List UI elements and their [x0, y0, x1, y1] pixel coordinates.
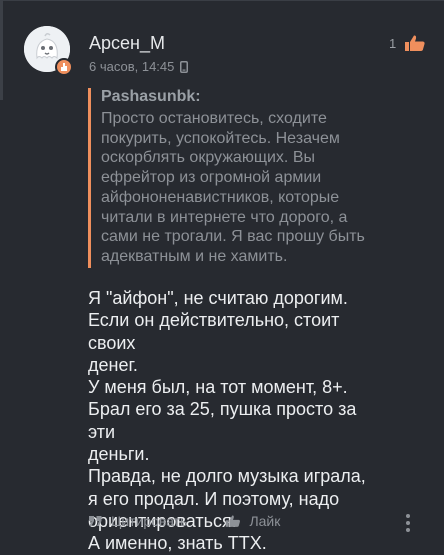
comment-line: деньги.	[88, 444, 150, 465]
quote-icon	[89, 516, 102, 526]
quote-line: адекватным и не хамить.	[101, 247, 288, 265]
quote-line: покурить, успокойтесь. Незачем	[101, 129, 340, 147]
scrollbar[interactable]	[0, 0, 3, 100]
more-vertical-icon[interactable]	[405, 513, 411, 533]
thumbs-up-icon	[226, 515, 241, 527]
phone-icon	[180, 60, 189, 73]
comment-line: Брал его за 25, пушка просто за эти	[88, 399, 357, 442]
like-button[interactable]: Лайк	[225, 513, 280, 529]
quote-line: Просто остановитесь, сходите	[101, 110, 327, 127]
top-divider	[0, 0, 444, 1]
comment-line: У меня был, на тот момент, 8+.	[88, 377, 348, 398]
comment-line: Если он действительно, стоит своих	[88, 310, 340, 353]
quote-button[interactable]: Цитировать	[88, 513, 187, 529]
thumbs-up-icon[interactable]	[404, 34, 426, 52]
quote-author[interactable]: Pashasunbk:	[101, 88, 391, 106]
quote-button-label: Цитировать	[111, 513, 188, 529]
like-count: 1	[389, 36, 397, 51]
comment-line: я его продал. И поэтому, надо	[88, 488, 340, 509]
quote-line: ефрейтор из огромной армии	[101, 169, 322, 187]
comment-line: Я "айфон", не считаю дорогим.	[88, 288, 348, 308]
comment-line: денег.	[88, 354, 138, 375]
avatar-badge	[55, 58, 73, 76]
post-time: 6 часов, 14:45	[89, 59, 175, 74]
quote-line: оскорблять окружающих. Вы	[101, 149, 315, 167]
action-bar: Цитировать Лайк	[88, 513, 280, 529]
like-button-label: Лайк	[249, 513, 281, 529]
post-meta: 6 часов, 14:45	[89, 59, 189, 74]
comment-line: А именно, знать ТТХ.	[88, 533, 267, 554]
hand-icon	[61, 63, 67, 71]
quote-text: Просто остановитесь, сходите покурить, у…	[101, 109, 391, 267]
quote-block: Pashasunbk: Просто остановитесь, сходите…	[88, 88, 391, 268]
quote-line: читали в интернете что дорого, а	[101, 208, 348, 226]
quote-line: айфононенавистников, которые	[101, 188, 340, 206]
comment-line: Правда, не долго музыка играла,	[88, 466, 366, 487]
quote-line: сами не трогали. Я вас прошу быть	[101, 228, 365, 246]
username[interactable]: Арсен_М	[89, 33, 165, 54]
